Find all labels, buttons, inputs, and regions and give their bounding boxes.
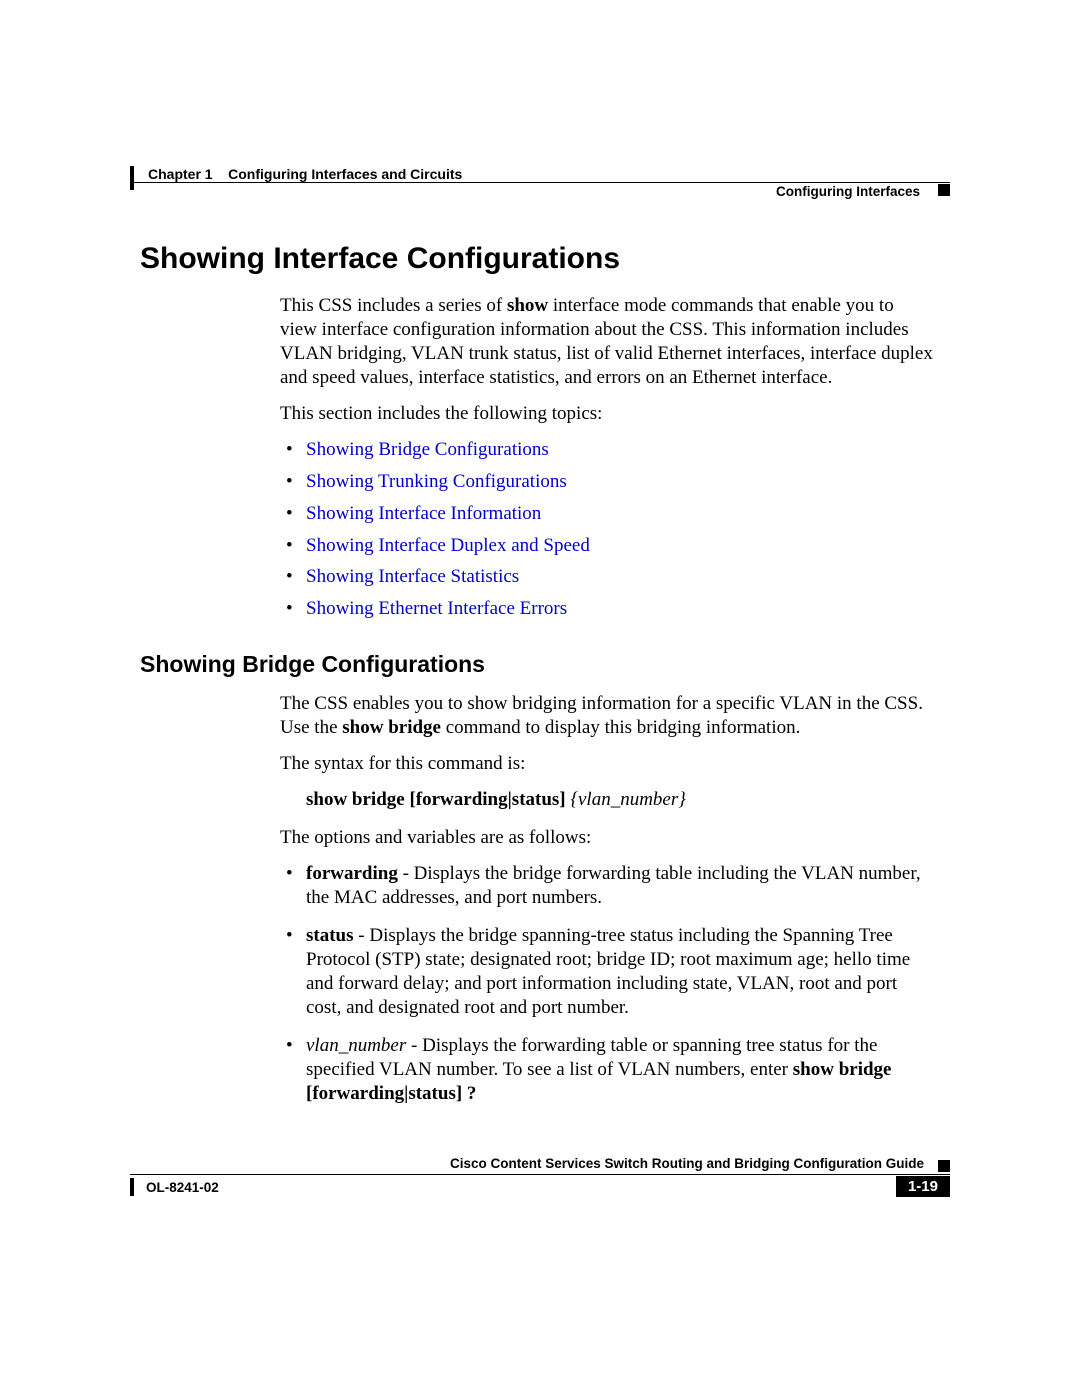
list-item: forwarding - Displays the bridge forward… bbox=[280, 862, 935, 910]
topic-link[interactable]: Showing Ethernet Interface Errors bbox=[306, 598, 567, 619]
option-name: status bbox=[306, 925, 354, 946]
page-header: Chapter 1 Configuring Interfaces and Cir… bbox=[130, 162, 950, 196]
options-list: forwarding - Displays the bridge forward… bbox=[280, 862, 935, 1105]
page-content: Showing Interface Configurations This CS… bbox=[140, 242, 935, 1119]
list-item: Showing Bridge Configurations bbox=[280, 438, 935, 462]
text-bold: [forwarding|status] ? bbox=[306, 1083, 476, 1104]
header-bar-icon bbox=[130, 166, 134, 190]
footer-page-number: 1-19 bbox=[896, 1176, 950, 1197]
header-chapter: Chapter 1 Configuring Interfaces and Cir… bbox=[148, 166, 462, 182]
text-bold: show bbox=[507, 295, 548, 316]
syntax-italic: {vlan_number} bbox=[566, 789, 686, 810]
bridge-paragraph-2: The syntax for this command is: bbox=[280, 752, 935, 776]
option-desc: - Displays the bridge forwarding table i… bbox=[306, 863, 921, 908]
heading-1: Showing Interface Configurations bbox=[140, 242, 935, 276]
footer-bar-icon bbox=[130, 1178, 134, 1196]
footer-square-icon bbox=[938, 1160, 950, 1172]
header-section: Configuring Interfaces bbox=[776, 184, 920, 199]
footer-rule bbox=[130, 1174, 950, 1175]
text: This CSS includes a series of bbox=[280, 295, 507, 316]
topic-link-list: Showing Bridge Configurations Showing Tr… bbox=[280, 438, 935, 622]
header-rule bbox=[130, 182, 950, 183]
list-item: Showing Trunking Configurations bbox=[280, 470, 935, 494]
intro-block: This CSS includes a series of show inter… bbox=[280, 294, 935, 621]
list-item: Showing Interface Duplex and Speed bbox=[280, 534, 935, 558]
intro-paragraph-2: This section includes the following topi… bbox=[280, 402, 935, 426]
topic-link[interactable]: Showing Interface Duplex and Speed bbox=[306, 535, 590, 556]
topic-link[interactable]: Showing Trunking Configurations bbox=[306, 471, 567, 492]
footer-guide-title: Cisco Content Services Switch Routing an… bbox=[450, 1156, 924, 1171]
option-name: forwarding bbox=[306, 863, 398, 884]
intro-paragraph-1: This CSS includes a series of show inter… bbox=[280, 294, 935, 390]
footer-doc-number: OL-8241-02 bbox=[146, 1180, 219, 1195]
bridge-block: The CSS enables you to show bridging inf… bbox=[280, 692, 935, 1105]
syntax-bold: show bridge [forwarding|status] bbox=[306, 789, 566, 810]
header-square-icon bbox=[938, 184, 950, 196]
bridge-paragraph-1: The CSS enables you to show bridging inf… bbox=[280, 692, 935, 740]
heading-2: Showing Bridge Configurations bbox=[140, 651, 935, 678]
text-bold: show bridge bbox=[342, 717, 441, 738]
topic-link[interactable]: Showing Bridge Configurations bbox=[306, 439, 549, 460]
option-desc: - Displays the bridge spanning-tree stat… bbox=[306, 925, 910, 1018]
list-item: vlan_number - Displays the forwarding ta… bbox=[280, 1034, 935, 1106]
list-item: Showing Ethernet Interface Errors bbox=[280, 597, 935, 621]
chapter-label: Chapter 1 bbox=[148, 166, 213, 182]
text: command to display this bridging informa… bbox=[441, 717, 800, 738]
document-page: Chapter 1 Configuring Interfaces and Cir… bbox=[0, 0, 1080, 1397]
bridge-paragraph-3: The options and variables are as follows… bbox=[280, 826, 935, 850]
topic-link[interactable]: Showing Interface Statistics bbox=[306, 566, 519, 587]
text-bold: show bridge bbox=[793, 1059, 892, 1080]
list-item: Showing Interface Information bbox=[280, 502, 935, 526]
command-syntax: show bridge [forwarding|status] {vlan_nu… bbox=[306, 788, 935, 812]
list-item: Showing Interface Statistics bbox=[280, 565, 935, 589]
chapter-title: Configuring Interfaces and Circuits bbox=[228, 166, 462, 182]
list-item: status - Displays the bridge spanning-tr… bbox=[280, 924, 935, 1020]
topic-link[interactable]: Showing Interface Information bbox=[306, 503, 541, 524]
option-name-italic: vlan_number bbox=[306, 1035, 406, 1056]
